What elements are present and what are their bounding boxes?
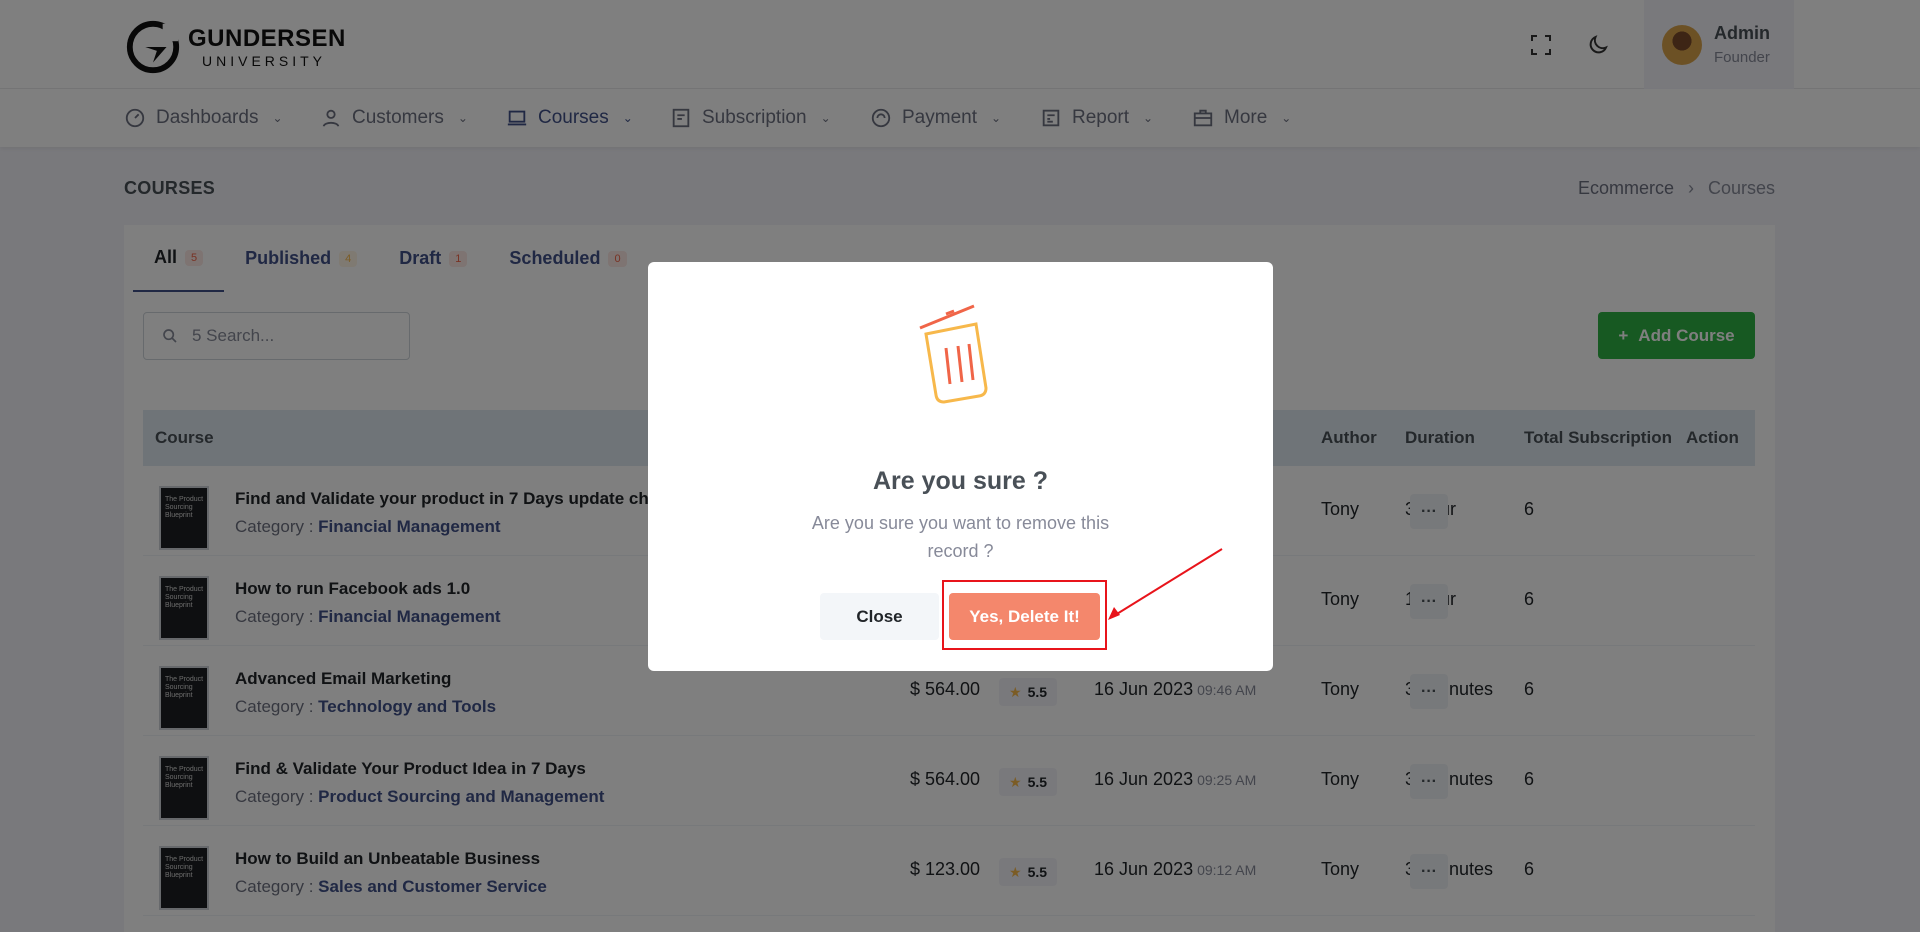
- annotation-arrow-icon: [1108, 548, 1223, 620]
- annotation-highlight-box: [942, 580, 1107, 650]
- modal-message: Are you sure you want to remove this rec…: [811, 513, 1110, 561]
- close-button[interactable]: Close: [820, 593, 939, 640]
- modal-title: Are you sure ?: [872, 467, 1049, 495]
- trash-icon: [919, 304, 988, 404]
